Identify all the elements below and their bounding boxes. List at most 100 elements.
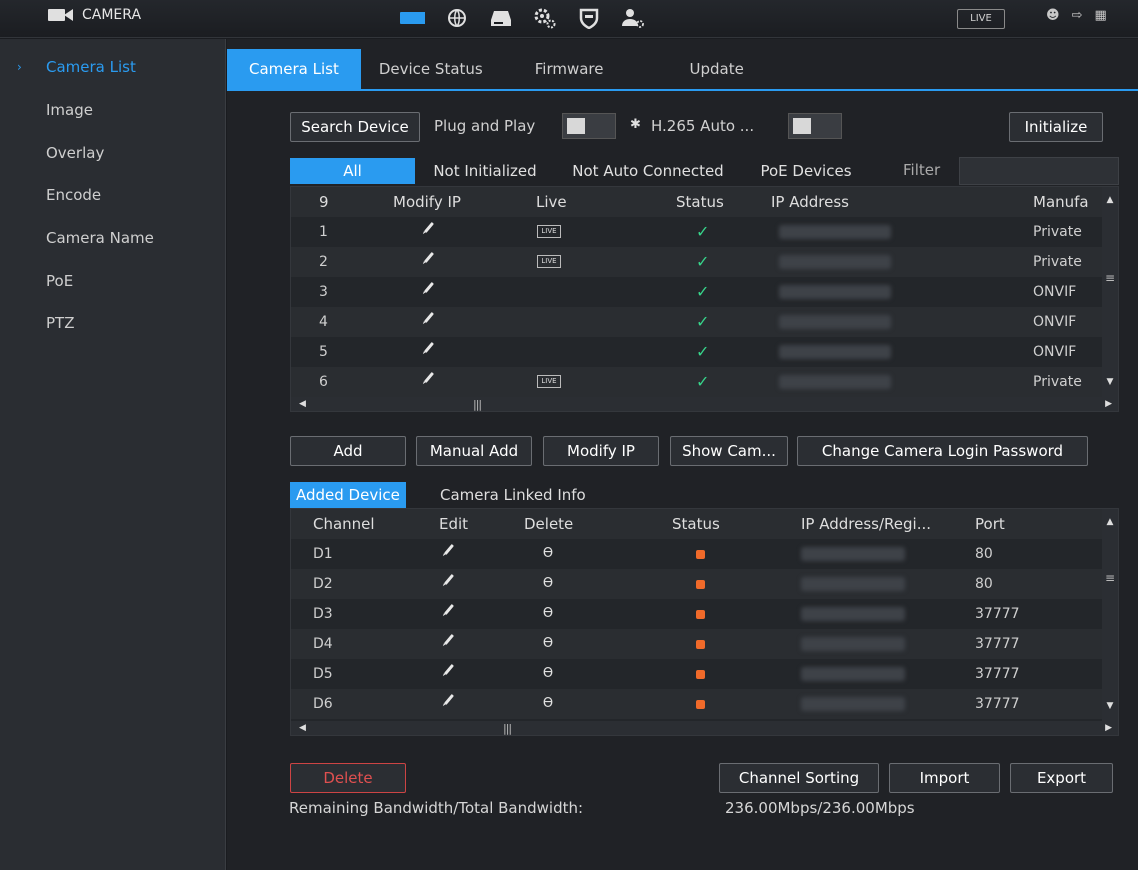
vertical-scrollbar[interactable]: ▲ ≡ ▼ [1102, 509, 1118, 721]
table-row[interactable]: 6 LIVE ✓ Private [291, 367, 1118, 397]
edit-pencil-icon[interactable] [443, 663, 455, 676]
scroll-up-icon[interactable]: ▲ [1102, 195, 1118, 205]
initialize-button[interactable]: Initialize [1009, 112, 1103, 142]
col-count: 9 [319, 193, 329, 211]
trash-icon[interactable]: ϴ [541, 696, 555, 712]
sidebar-item-image[interactable]: Image [0, 90, 226, 130]
table-row[interactable]: D4 ϴ 37777 [291, 629, 1118, 659]
scroll-left-icon[interactable]: ◀ [299, 723, 306, 733]
col-ip-address-regi: IP Address/Regi... [801, 515, 931, 533]
scroll-down-icon[interactable]: ▼ [1102, 377, 1118, 387]
plug-and-play-toggle[interactable] [562, 113, 616, 139]
scroll-left-icon[interactable]: ◀ [299, 399, 306, 409]
live-preview-icon[interactable]: LIVE [537, 225, 561, 238]
filter-poe-devices-tab[interactable]: PoE Devices [750, 158, 862, 184]
show-cam-button[interactable]: Show Cam... [670, 436, 788, 466]
sidebar-item-encode[interactable]: Encode [0, 175, 226, 215]
horizontal-scrollbar[interactable]: ◀ ||| ▶ [291, 397, 1118, 411]
account-icon[interactable] [620, 4, 646, 32]
filter-all-tab[interactable]: All [290, 158, 415, 184]
scroll-grip-icon[interactable]: ||| [473, 398, 482, 411]
manual-add-button[interactable]: Manual Add [416, 436, 532, 466]
filter-input[interactable] [959, 157, 1119, 185]
add-button[interactable]: Add [290, 436, 406, 466]
edit-pencil-icon[interactable] [443, 693, 455, 706]
edit-pencil-icon[interactable] [443, 573, 455, 586]
logout-icon[interactable]: ⇨ [1072, 8, 1083, 23]
sidebar-item-overlay[interactable]: Overlay [0, 133, 226, 173]
ip-address-value [779, 255, 891, 269]
tab-update[interactable]: Update [667, 49, 765, 89]
live-view-button[interactable]: LIVE [957, 9, 1005, 29]
col-status: Status [676, 193, 724, 211]
table-row[interactable]: D6 ϴ 37777 [291, 689, 1118, 719]
export-button[interactable]: Export [1010, 763, 1113, 793]
storage-icon[interactable] [488, 4, 514, 32]
edit-pencil-icon[interactable] [423, 341, 435, 354]
security-icon[interactable] [576, 4, 602, 32]
sidebar-item-poe[interactable]: PoE [0, 261, 226, 301]
trash-icon[interactable]: ϴ [541, 606, 555, 622]
delete-button[interactable]: Delete [290, 763, 406, 793]
edit-pencil-icon[interactable] [443, 543, 455, 556]
tab-firmware[interactable]: Firmware [513, 49, 668, 89]
user-icon[interactable]: ☻ [1046, 8, 1060, 23]
table-row[interactable]: D1 ϴ 80 [291, 539, 1118, 569]
edit-pencil-icon[interactable] [423, 371, 435, 384]
ip-address-value [779, 315, 891, 329]
trash-icon[interactable]: ϴ [541, 576, 555, 592]
table-row[interactable]: D5 ϴ 37777 [291, 659, 1118, 689]
scroll-grip-icon[interactable]: ≡ [1105, 271, 1115, 285]
modify-ip-button[interactable]: Modify IP [543, 436, 659, 466]
system-settings-icon[interactable] [532, 4, 558, 32]
vertical-scrollbar[interactable]: ▲ ≡ ▼ [1102, 187, 1118, 397]
channel-sorting-button[interactable]: Channel Sorting [719, 763, 879, 793]
sidebar-item-ptz[interactable]: PTZ [0, 303, 226, 343]
table-row[interactable]: 4 ✓ ONVIF [291, 307, 1118, 337]
filter-not-initialized-tab[interactable]: Not Initialized [422, 158, 548, 184]
sidebar-item-camera-list[interactable]: › Camera List [0, 47, 226, 87]
change-password-button[interactable]: Change Camera Login Password [797, 436, 1088, 466]
edit-pencil-icon[interactable] [443, 603, 455, 616]
scroll-right-icon[interactable]: ▶ [1105, 723, 1112, 733]
col-port: Port [975, 515, 1005, 533]
search-device-button[interactable]: Search Device [290, 112, 420, 142]
trash-icon[interactable]: ϴ [541, 546, 555, 562]
table-row[interactable]: 5 ✓ ONVIF [291, 337, 1118, 367]
scroll-right-icon[interactable]: ▶ [1105, 399, 1112, 409]
scroll-up-icon[interactable]: ▲ [1102, 517, 1118, 527]
sidebar-item-label: Image [46, 101, 93, 119]
edit-pencil-icon[interactable] [423, 251, 435, 264]
scroll-grip-icon[interactable]: ≡ [1105, 571, 1115, 585]
table-row[interactable]: 2 LIVE ✓ Private [291, 247, 1118, 277]
table-row[interactable]: 1 LIVE ✓ Private [291, 217, 1118, 247]
horizontal-scrollbar[interactable]: ◀ ||| ▶ [291, 721, 1118, 735]
network-icon[interactable] [444, 4, 470, 32]
tab-camera-linked-info[interactable]: Camera Linked Info [434, 482, 592, 508]
h265-auto-toggle[interactable] [788, 113, 842, 139]
tab-added-device[interactable]: Added Device [290, 482, 406, 508]
scroll-down-icon[interactable]: ▼ [1102, 701, 1118, 711]
trash-icon[interactable]: ϴ [541, 666, 555, 682]
camera-icon[interactable] [400, 4, 426, 32]
tab-camera-list[interactable]: Camera List [227, 49, 361, 89]
import-button[interactable]: Import [889, 763, 1000, 793]
grid-menu-icon[interactable]: ▦ [1094, 8, 1106, 23]
live-preview-icon[interactable]: LIVE [537, 375, 561, 388]
scroll-grip-icon[interactable]: ||| [503, 722, 512, 735]
manufacturer-value: Private [1033, 254, 1082, 270]
table-row[interactable]: 3 ✓ ONVIF [291, 277, 1118, 307]
edit-pencil-icon[interactable] [423, 281, 435, 294]
table-row[interactable]: D2 ϴ 80 [291, 569, 1118, 599]
filter-not-auto-connected-tab[interactable]: Not Auto Connected [556, 158, 740, 184]
sidebar-item-camera-name[interactable]: Camera Name [0, 218, 226, 258]
trash-icon[interactable]: ϴ [541, 636, 555, 652]
check-icon: ✓ [696, 252, 710, 271]
tab-device-status[interactable]: Device Status [361, 49, 513, 89]
table-row[interactable]: D3 ϴ 37777 [291, 599, 1118, 629]
live-preview-icon[interactable]: LIVE [537, 255, 561, 268]
edit-pencil-icon[interactable] [443, 633, 455, 646]
edit-pencil-icon[interactable] [423, 221, 435, 234]
edit-pencil-icon[interactable] [423, 311, 435, 324]
added-devices-table: Channel Edit Delete Status IP Address/Re… [290, 508, 1119, 736]
